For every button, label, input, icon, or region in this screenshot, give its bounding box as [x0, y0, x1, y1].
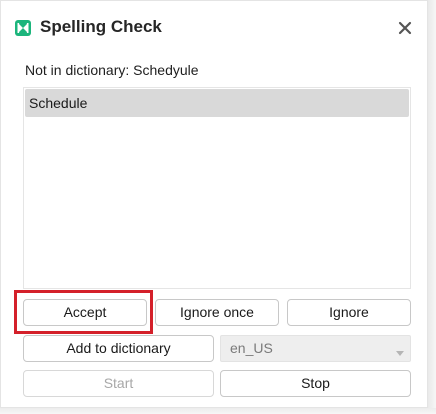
add-to-dictionary-button[interactable]: Add to dictionary	[23, 335, 214, 362]
start-button[interactable]: Start	[23, 370, 214, 397]
suggestion-item[interactable]: Schedule	[25, 89, 409, 117]
language-select-value: en_US	[230, 340, 273, 356]
suggestions-list[interactable]: Schedule	[23, 87, 411, 289]
accept-button[interactable]: Accept	[23, 299, 147, 326]
ignore-once-button[interactable]: Ignore once	[155, 299, 279, 326]
dialog-title: Spelling Check	[40, 17, 162, 36]
close-icon[interactable]	[395, 18, 415, 38]
window-edge-bottom	[0, 408, 436, 414]
stop-button[interactable]: Stop	[220, 370, 411, 397]
chevron-down-icon	[395, 345, 405, 363]
app-logo-icon	[15, 20, 31, 36]
window-edge	[428, 0, 436, 414]
title-bar: Spelling Check	[1, 1, 429, 55]
spelling-check-dialog: Spelling Check Not in dictionary: Schedy…	[0, 0, 428, 408]
ignore-button[interactable]: Ignore	[287, 299, 411, 326]
not-in-dictionary-message: Not in dictionary: Schedyule	[25, 62, 199, 78]
language-select[interactable]: en_US	[220, 335, 411, 362]
